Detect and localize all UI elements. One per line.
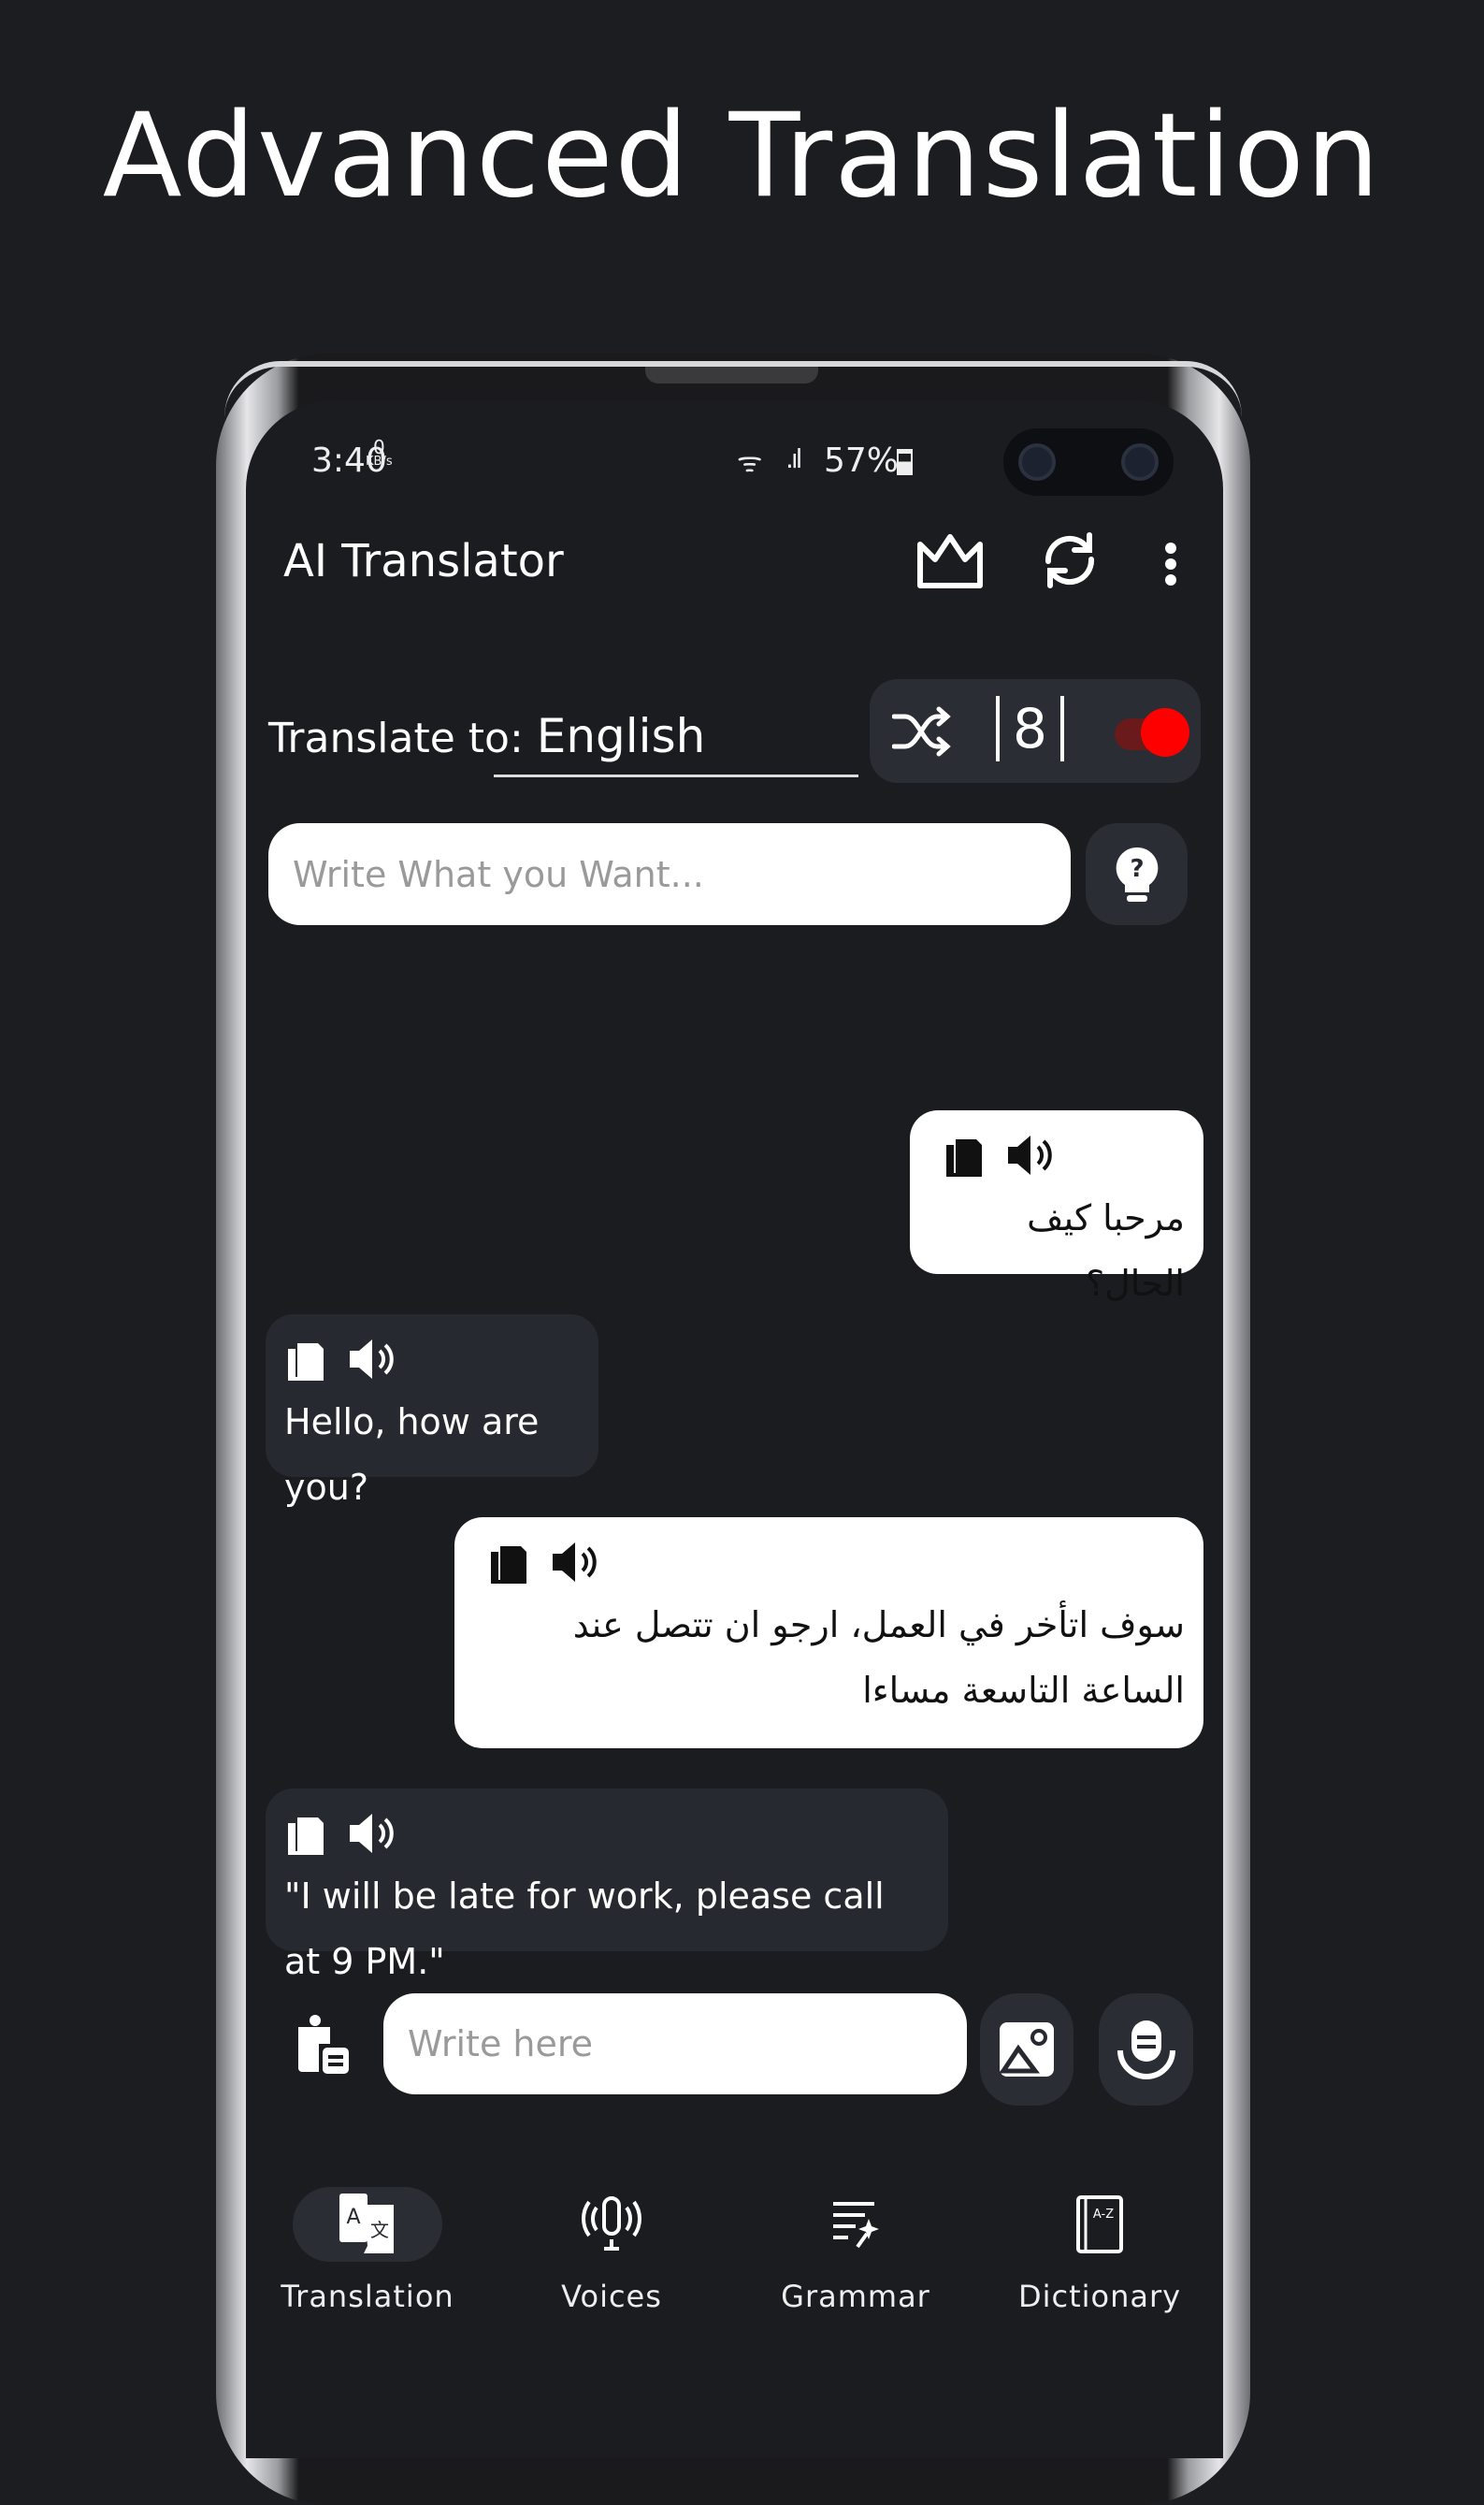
net-speed: 0 KB/s — [366, 436, 393, 470]
speaker-icon[interactable] — [346, 1336, 398, 1386]
shuffle-icon[interactable] — [891, 705, 952, 761]
nav-grammar[interactable]: Grammar — [734, 2187, 977, 2314]
dictionary-book-icon: A-Z — [1076, 2195, 1123, 2253]
translate-to-label: Translate to: — [268, 715, 524, 762]
net-speed-unit: KB/s — [366, 455, 393, 469]
copy-icon[interactable] — [284, 1336, 325, 1386]
voice-mic-icon — [582, 2196, 641, 2251]
svg-text:A: A — [346, 2206, 360, 2229]
hint-button[interactable]: ? — [1086, 823, 1188, 925]
camera-cutout — [1003, 428, 1174, 496]
svg-text:?: ? — [1130, 855, 1144, 883]
copy-icon[interactable] — [943, 1132, 984, 1182]
paste-clipboard-icon[interactable] — [293, 2014, 354, 2079]
message-text: "I will be late for work, please call at… — [284, 1875, 885, 1982]
toggle-switch[interactable] — [1141, 708, 1189, 757]
microphone-icon — [1117, 2020, 1175, 2079]
nav-label: Translation — [281, 2279, 454, 2314]
grammar-magic-icon — [833, 2202, 879, 2249]
counter: 8 — [996, 696, 1064, 761]
speaker-icon[interactable] — [346, 1810, 398, 1861]
cell-signal-icon: .ıl — [785, 443, 803, 474]
nav-voices[interactable]: Voices — [490, 2187, 733, 2314]
nav-label: Dictionary — [1017, 2279, 1182, 2314]
target-language[interactable]: English — [537, 709, 706, 763]
language-underline — [494, 775, 858, 777]
headline: Advanced Translation — [102, 89, 1382, 224]
image-button[interactable] — [980, 1993, 1073, 2106]
translate-icon: A文 — [339, 2194, 394, 2253]
nav-dictionary[interactable]: A-Z Dictionary — [978, 2187, 1221, 2314]
phone-speaker — [645, 367, 818, 384]
prompt-input[interactable]: Write What you Want... — [268, 823, 1071, 925]
battery-percent: 57% — [824, 442, 900, 480]
refresh-icon[interactable] — [1039, 529, 1101, 595]
speaker-icon[interactable] — [549, 1539, 601, 1589]
copy-icon[interactable] — [487, 1539, 528, 1589]
options-pill: 8 — [870, 679, 1201, 783]
wifi-signal-icon: ᯤ — [737, 446, 763, 479]
message-text: Hello, how are you? — [284, 1401, 540, 1508]
message-text: سوف اتأخر في العمل، ارجو ان تتصل عند الس… — [572, 1604, 1185, 1711]
net-speed-value: 0 — [372, 436, 385, 458]
voice-input-button[interactable] — [1099, 1993, 1193, 2106]
message-bubble-outgoing: مرحبا كيف الحال؟ — [910, 1110, 1203, 1304]
message-bubble-outgoing: سوف اتأخر في العمل، ارجو ان تتصل عند الس… — [454, 1517, 1203, 1748]
crown-icon[interactable] — [915, 533, 985, 595]
message-bubble-incoming: Hello, how are you? — [266, 1314, 598, 1508]
message-text: مرحبا كيف الحال؟ — [1027, 1197, 1185, 1304]
composer-input[interactable]: Write here — [383, 1993, 967, 2094]
lightbulb-icon: ? — [1116, 847, 1158, 902]
image-icon — [999, 2022, 1054, 2077]
svg-text:A-Z: A-Z — [1093, 2208, 1114, 2222]
translate-to[interactable]: Translate to: English — [268, 709, 705, 763]
more-vert-icon[interactable] — [1163, 543, 1178, 589]
app-screen: 3:40 0 KB/s ᯤ .ıl 57% AI Translator Trans… — [246, 400, 1223, 2458]
app-title: AI Translator — [283, 535, 564, 587]
copy-icon[interactable] — [284, 1810, 325, 1861]
nav-translation[interactable]: A文 Translation — [246, 2187, 489, 2314]
speaker-icon[interactable] — [1004, 1132, 1057, 1182]
nav-label: Grammar — [781, 2279, 930, 2314]
nav-label: Voices — [561, 2279, 662, 2314]
battery-icon — [897, 449, 913, 475]
svg-text:文: 文 — [370, 2219, 389, 2241]
message-bubble-incoming: "I will be late for work, please call at… — [266, 1788, 948, 1982]
